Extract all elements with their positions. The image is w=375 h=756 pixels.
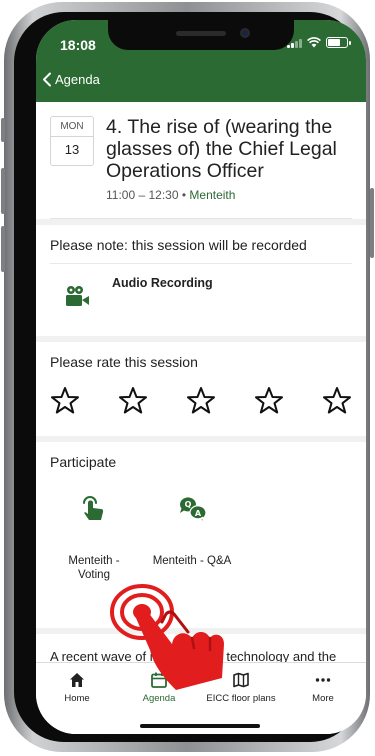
session-time: 11:00 – 12:30 bbox=[106, 188, 179, 202]
tab-floor-plans-label: EICC floor plans bbox=[206, 693, 276, 704]
star-rating-button[interactable] bbox=[118, 386, 148, 416]
session-meta: 11:00 – 12:30 • Menteith bbox=[106, 188, 352, 202]
svg-text:Q: Q bbox=[185, 500, 192, 509]
tab-home-label: Home bbox=[64, 693, 90, 704]
tab-agenda-label: Agenda bbox=[142, 693, 176, 704]
rating-card: Please rate this session bbox=[36, 342, 366, 436]
star-rating bbox=[50, 380, 352, 436]
tab-more[interactable]: More bbox=[284, 671, 362, 704]
session-header: MON 13 4. The rise of (wearing the glass… bbox=[50, 102, 352, 219]
tab-home[interactable]: Home bbox=[38, 671, 116, 704]
session-card: MON 13 4. The rise of (wearing the glass… bbox=[36, 102, 366, 219]
wifi-icon bbox=[307, 37, 321, 48]
recording-heading: Please note: this session will be record… bbox=[50, 225, 352, 264]
power-button bbox=[370, 188, 374, 258]
status-time: 18:08 bbox=[60, 37, 96, 53]
participate-qa-label: Menteith - Q&A bbox=[152, 555, 232, 567]
session-room-link[interactable]: Menteith bbox=[189, 188, 235, 202]
video-camera-icon bbox=[66, 286, 89, 306]
volume-up-button bbox=[1, 168, 5, 214]
map-icon bbox=[233, 672, 249, 688]
battery-icon bbox=[326, 37, 351, 48]
home-indicator[interactable] bbox=[140, 724, 260, 728]
tab-more-label: More bbox=[312, 693, 334, 704]
session-info: 4. The rise of (wearing the glasses of) … bbox=[106, 116, 352, 202]
front-camera bbox=[240, 28, 250, 38]
recording-card: Please note: this session will be record… bbox=[36, 225, 366, 336]
participate-heading: Participate bbox=[50, 454, 117, 470]
rating-heading: Please rate this session bbox=[50, 354, 198, 370]
star-rating-button[interactable] bbox=[254, 386, 284, 416]
back-label: Agenda bbox=[55, 72, 100, 87]
participate-qa[interactable]: Q A Menteith - Q&A bbox=[152, 494, 232, 568]
volume-down-button bbox=[1, 226, 5, 272]
star-rating-button[interactable] bbox=[186, 386, 216, 416]
meta-separator: • bbox=[181, 188, 187, 202]
participate-voting[interactable]: Menteith - Voting bbox=[54, 494, 134, 582]
date-day-of-week: MON bbox=[51, 117, 93, 137]
status-icons bbox=[287, 37, 351, 48]
star-rating-button[interactable] bbox=[322, 386, 352, 416]
session-title: 4. The rise of (wearing the glasses of) … bbox=[106, 116, 337, 182]
date-badge: MON 13 bbox=[50, 116, 94, 166]
chevron-left-icon bbox=[43, 72, 51, 87]
recording-item[interactable]: Audio Recording bbox=[50, 264, 352, 336]
tap-gesture-hand-icon bbox=[110, 584, 224, 690]
tap-icon bbox=[83, 496, 104, 520]
star-rating-button[interactable] bbox=[50, 386, 80, 416]
chat-bubbles-icon: Q A bbox=[179, 497, 207, 524]
date-day-number: 13 bbox=[64, 142, 80, 157]
svg-text:A: A bbox=[195, 509, 202, 518]
home-icon bbox=[70, 673, 84, 687]
recording-label: Audio Recording bbox=[112, 276, 213, 290]
back-button[interactable]: Agenda bbox=[42, 72, 100, 87]
more-icon bbox=[315, 678, 331, 682]
notch bbox=[108, 20, 294, 50]
speaker-grille bbox=[176, 31, 226, 36]
silent-switch bbox=[1, 118, 5, 142]
